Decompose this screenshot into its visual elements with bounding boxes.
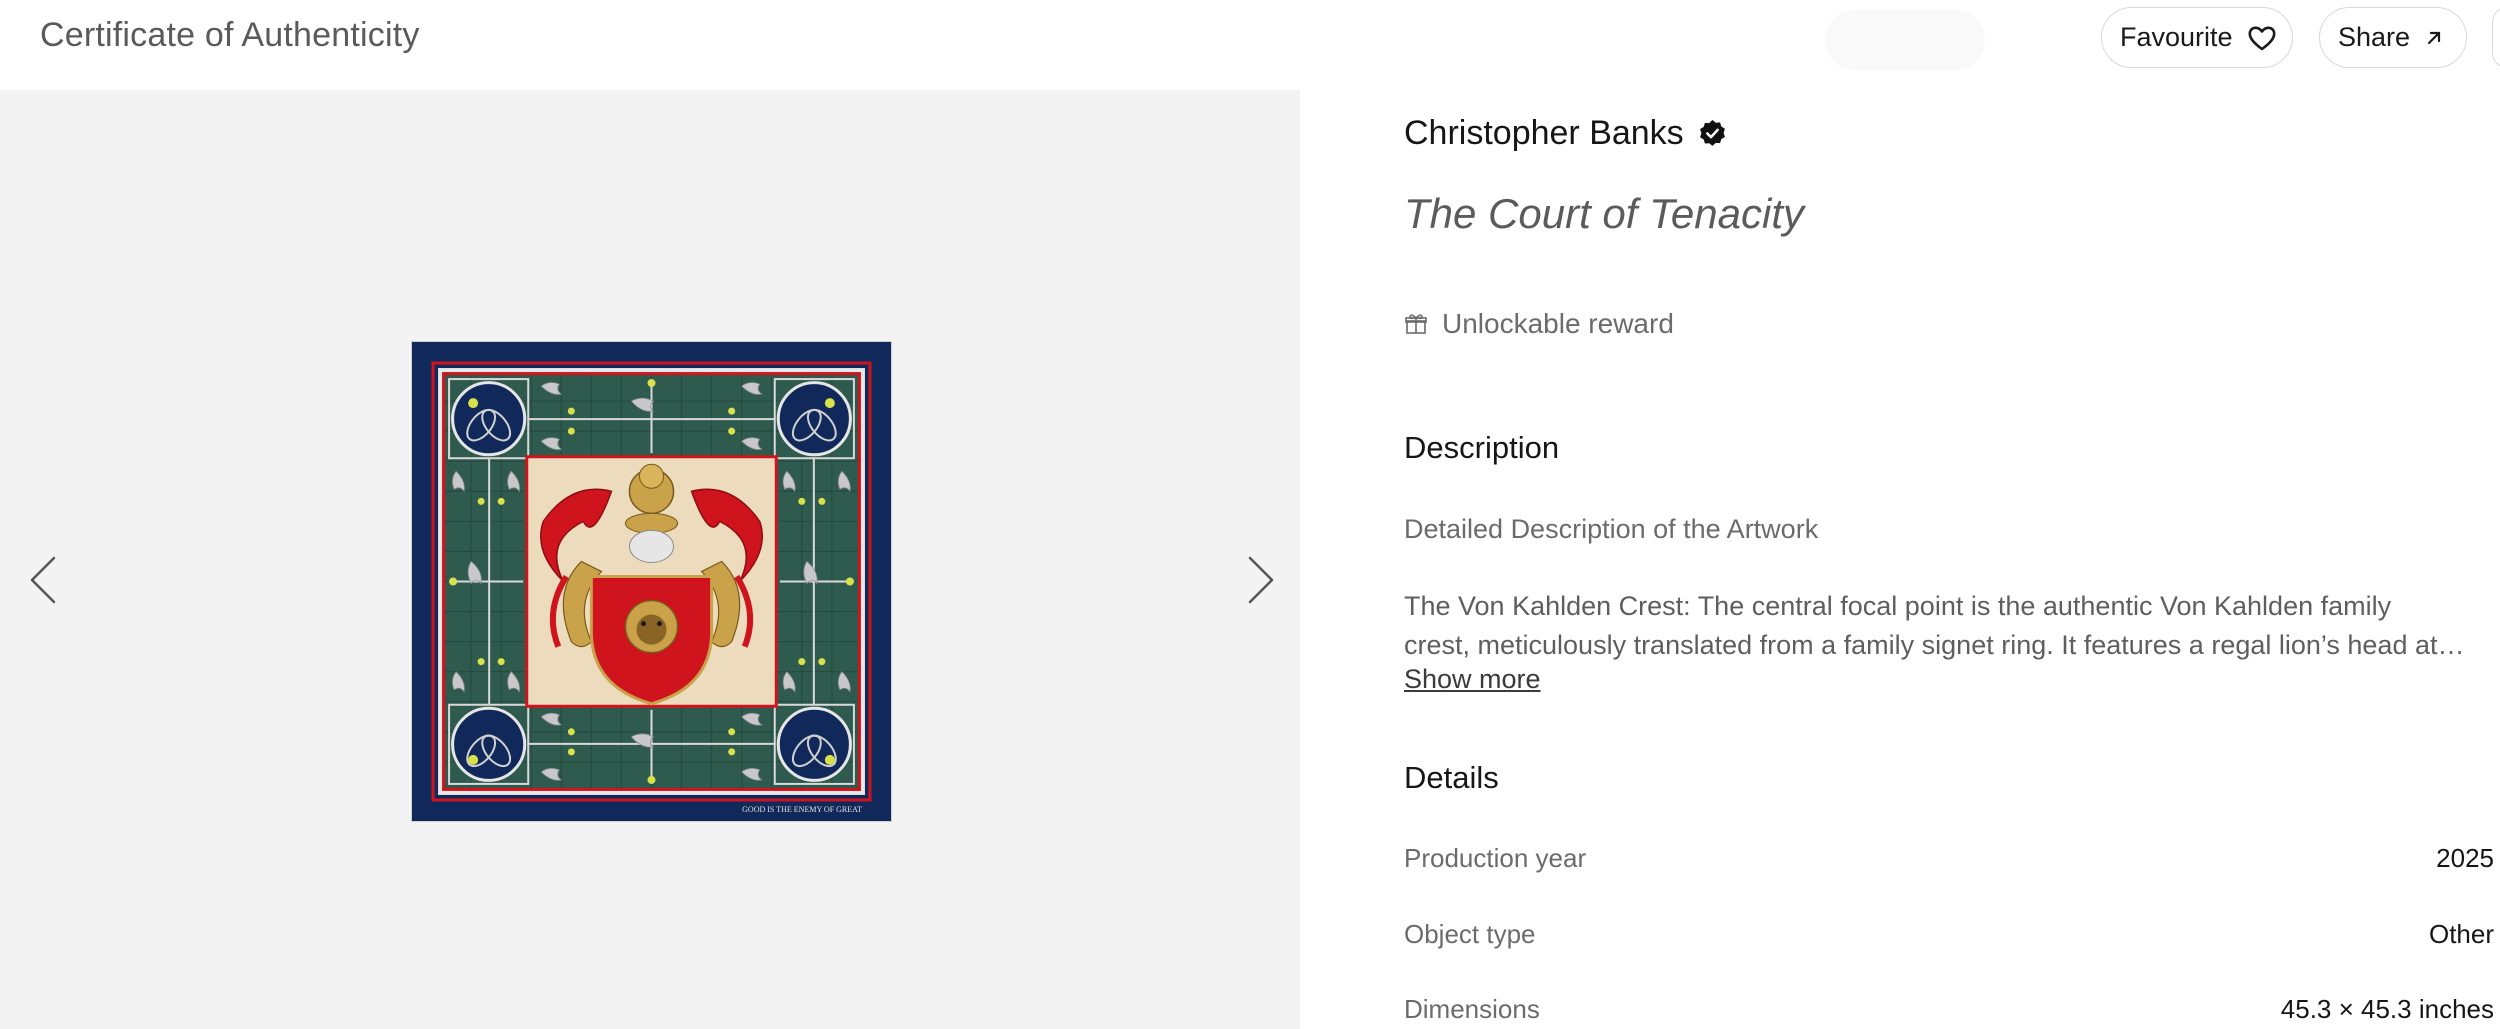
description-subheading: Detailed Description of the Artwork [1404,514,1819,544]
gift-icon [1405,314,1427,334]
unlockable-reward[interactable]: Unlockable reward [1404,308,1674,340]
artwork-image: GOOD IS THE ENEMY OF GREAT [411,341,892,822]
share-label: Share [2338,22,2411,52]
artwork-title: The Court of Tenacity [1404,190,1804,237]
detail-label: Object type [1404,919,1536,949]
page-title: Certificate of Authenticity [40,16,420,54]
reward-label: Unlockable reward [1442,308,1674,339]
artist-row: Christopher Banks [1404,114,1727,153]
detail-value: 45.3 × 45.3 inches [2280,994,2494,1024]
description-line: The Von Kahlden Crest: The central focal… [1404,591,2392,621]
favourite-label: Favourite [2120,22,2233,52]
detail-label: Dimensions [1404,994,1540,1024]
top-bar: Certificate of Authenticity Favourite Sh… [0,0,2500,90]
detail-row-dimensions: Dimensions 45.3 × 45.3 inches [1404,994,2494,1025]
detail-value: Other [2428,919,2494,949]
show-more-link[interactable]: Show more [1404,664,1541,695]
detail-label: Production year [1404,843,1587,873]
arrow-up-right-icon [2427,31,2441,44]
favourite-button[interactable]: Favourite [2101,7,2293,68]
heart-icon [2248,26,2276,50]
artwork-gallery: GOOD IS THE ENEMY OF GREAT [0,90,1300,1029]
detail-row-object-type: Object type Other [1404,919,2494,950]
next-image-button[interactable] [1240,550,1280,610]
chevron-left-icon [30,556,56,604]
artwork-motto: GOOD IS THE ENEMY OF GREAT [742,805,862,814]
chevron-right-icon [1248,556,1274,604]
verified-check-icon [1699,120,1725,146]
previous-image-button[interactable] [24,550,64,610]
share-button[interactable]: Share [2319,7,2467,68]
faded-button[interactable] [1825,10,1985,70]
artist-name[interactable]: Christopher Banks [1404,114,1684,153]
description-heading: Description [1404,430,1560,465]
artwork-info-panel: Christopher Banks The Court of Tenacity … [1300,90,2500,1029]
overflow-button[interactable] [2492,7,2500,68]
description-text: The Von Kahlden Crest: The central focal… [1404,587,2494,665]
description-line: crest, meticulously translated from a fa… [1404,630,2465,660]
details-heading: Details [1404,760,1499,795]
detail-value: 2025 [2436,843,2494,873]
detail-row-production-year: Production year 2025 [1404,843,2494,874]
